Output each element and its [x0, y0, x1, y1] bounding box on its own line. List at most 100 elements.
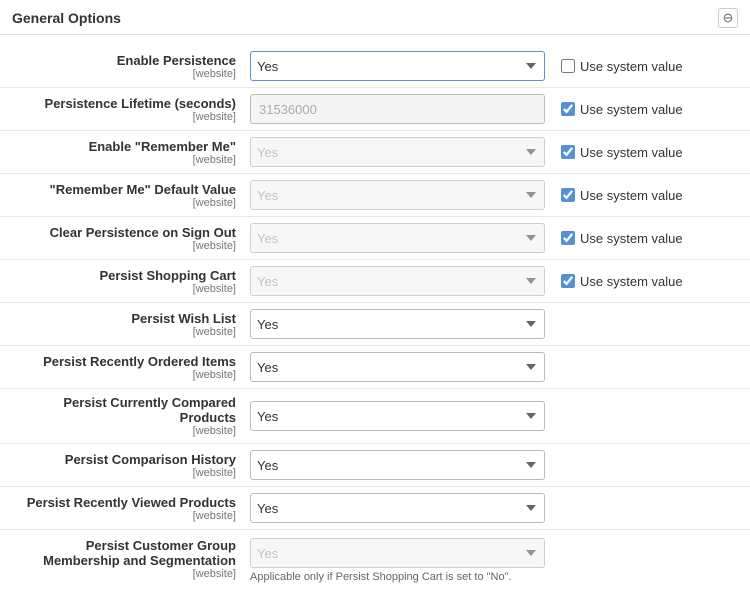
label-sub-persist-comparison-history: [website]	[10, 467, 236, 479]
system-label-persist-shopping-cart[interactable]: Use system value	[561, 274, 683, 289]
system-col-clear-persistence-sign-out: Use system value	[561, 231, 683, 246]
label-main-persist-wish-list: Persist Wish List	[10, 311, 236, 326]
label-sub-remember-me-default: [website]	[10, 197, 236, 209]
label-main-persist-comparison-history: Persist Comparison History	[10, 452, 236, 467]
label-col-clear-persistence-sign-out: Clear Persistence on Sign Out[website]	[10, 225, 250, 252]
label-sub-enable-persistence: [website]	[10, 68, 236, 80]
select-persist-shopping-cart: YesNo	[250, 266, 545, 296]
select-enable-persistence[interactable]: YesNo	[250, 51, 545, 81]
system-checkbox-persistence-lifetime[interactable]	[561, 102, 575, 116]
input-col-enable-persistence: YesNo	[250, 51, 545, 81]
label-col-persist-comparison-history: Persist Comparison History[website]	[10, 452, 250, 479]
input-col-persist-shopping-cart: YesNo	[250, 266, 545, 296]
label-sub-persist-customer-group: [website]	[10, 568, 236, 580]
label-sub-persistence-lifetime: [website]	[10, 111, 236, 123]
select-enable-remember-me: YesNo	[250, 137, 545, 167]
label-col-persistence-lifetime: Persistence Lifetime (seconds)[website]	[10, 96, 250, 123]
form-row-persistence-lifetime: Persistence Lifetime (seconds)[website] U…	[0, 88, 750, 130]
form-row-persist-customer-group: Persist Customer Group Membership and Se…	[0, 530, 750, 589]
label-main-enable-persistence: Enable Persistence	[10, 53, 236, 68]
label-col-persist-customer-group: Persist Customer Group Membership and Se…	[10, 538, 250, 580]
select-persist-comparison-history[interactable]: YesNo	[250, 450, 545, 480]
label-col-remember-me-default: "Remember Me" Default Value[website]	[10, 182, 250, 209]
label-sub-persist-compared-products: [website]	[10, 425, 236, 437]
input-col-persist-customer-group: YesNo Applicable only if Persist Shopping…	[250, 538, 545, 583]
form-row-enable-remember-me: Enable "Remember Me"[website]YesNoUse sy…	[0, 131, 750, 173]
input-col-persist-recently-ordered: YesNo	[250, 352, 545, 382]
label-main-persistence-lifetime: Persistence Lifetime (seconds)	[10, 96, 236, 111]
label-main-persist-recently-ordered: Persist Recently Ordered Items	[10, 354, 236, 369]
label-main-enable-remember-me: Enable "Remember Me"	[10, 139, 236, 154]
page-container: General Options ⊖ Enable Persistence[web…	[0, 0, 750, 599]
input-persistence-lifetime	[250, 94, 545, 124]
system-checkbox-persist-shopping-cart[interactable]	[561, 274, 575, 288]
input-col-persist-wish-list: YesNo	[250, 309, 545, 339]
label-main-persist-shopping-cart: Persist Shopping Cart	[10, 268, 236, 283]
system-label-enable-remember-me[interactable]: Use system value	[561, 145, 683, 160]
select-persist-customer-group: YesNo	[250, 538, 545, 568]
section-header: General Options ⊖	[0, 0, 750, 35]
select-persist-recently-viewed[interactable]: YesNo	[250, 493, 545, 523]
label-main-persist-customer-group: Persist Customer Group Membership and Se…	[10, 538, 236, 568]
label-col-enable-remember-me: Enable "Remember Me"[website]	[10, 139, 250, 166]
collapse-button[interactable]: ⊖	[718, 8, 738, 28]
form-row-enable-persistence: Enable Persistence[website]YesNoUse syst…	[0, 45, 750, 87]
form-row-persist-recently-viewed: Persist Recently Viewed Products[website…	[0, 487, 750, 529]
label-sub-persist-recently-ordered: [website]	[10, 369, 236, 381]
system-label-text-clear-persistence-sign-out: Use system value	[580, 231, 683, 246]
page-title: General Options	[12, 10, 121, 26]
label-col-persist-compared-products: Persist Currently Compared Products[webs…	[10, 395, 250, 437]
input-col-persist-recently-viewed: YesNo	[250, 493, 545, 523]
form-row-persist-wish-list: Persist Wish List[website]YesNo	[0, 303, 750, 345]
system-label-remember-me-default[interactable]: Use system value	[561, 188, 683, 203]
label-main-persist-compared-products: Persist Currently Compared Products	[10, 395, 236, 425]
label-sub-enable-remember-me: [website]	[10, 154, 236, 166]
form-row-persist-comparison-history: Persist Comparison History[website]YesNo	[0, 444, 750, 486]
note-persist-customer-group: Applicable only if Persist Shopping Cart…	[250, 571, 545, 583]
label-col-persist-shopping-cart: Persist Shopping Cart[website]	[10, 268, 250, 295]
form-row-persist-shopping-cart: Persist Shopping Cart[website]YesNoUse s…	[0, 260, 750, 302]
system-label-text-enable-persistence: Use system value	[580, 59, 683, 74]
system-label-text-remember-me-default: Use system value	[580, 188, 683, 203]
input-col-persist-compared-products: YesNo	[250, 401, 545, 431]
select-persist-compared-products[interactable]: YesNo	[250, 401, 545, 431]
system-label-persistence-lifetime[interactable]: Use system value	[561, 102, 683, 117]
input-col-remember-me-default: YesNo	[250, 180, 545, 210]
system-label-text-enable-remember-me: Use system value	[580, 145, 683, 160]
system-label-enable-persistence[interactable]: Use system value	[561, 59, 683, 74]
label-main-persist-recently-viewed: Persist Recently Viewed Products	[10, 495, 236, 510]
system-label-clear-persistence-sign-out[interactable]: Use system value	[561, 231, 683, 246]
label-main-remember-me-default: "Remember Me" Default Value	[10, 182, 236, 197]
system-col-enable-persistence: Use system value	[561, 59, 683, 74]
label-sub-persist-shopping-cart: [website]	[10, 283, 236, 295]
system-col-persistence-lifetime: Use system value	[561, 102, 683, 117]
select-persist-recently-ordered[interactable]: YesNo	[250, 352, 545, 382]
system-label-text-persistence-lifetime: Use system value	[580, 102, 683, 117]
select-persist-wish-list[interactable]: YesNo	[250, 309, 545, 339]
system-col-enable-remember-me: Use system value	[561, 145, 683, 160]
system-col-remember-me-default: Use system value	[561, 188, 683, 203]
label-main-clear-persistence-sign-out: Clear Persistence on Sign Out	[10, 225, 236, 240]
label-sub-persist-wish-list: [website]	[10, 326, 236, 338]
system-checkbox-enable-persistence[interactable]	[561, 59, 575, 73]
form-row-persist-recently-ordered: Persist Recently Ordered Items[website]Y…	[0, 346, 750, 388]
input-col-persist-comparison-history: YesNo	[250, 450, 545, 480]
system-label-text-persist-shopping-cart: Use system value	[580, 274, 683, 289]
system-checkbox-clear-persistence-sign-out[interactable]	[561, 231, 575, 245]
label-col-persist-recently-viewed: Persist Recently Viewed Products[website…	[10, 495, 250, 522]
form-row-remember-me-default: "Remember Me" Default Value[website]YesN…	[0, 174, 750, 216]
label-col-persist-wish-list: Persist Wish List[website]	[10, 311, 250, 338]
form-body: Enable Persistence[website]YesNoUse syst…	[0, 35, 750, 599]
system-col-persist-shopping-cart: Use system value	[561, 274, 683, 289]
label-col-persist-recently-ordered: Persist Recently Ordered Items[website]	[10, 354, 250, 381]
select-remember-me-default: YesNo	[250, 180, 545, 210]
select-clear-persistence-sign-out: YesNo	[250, 223, 545, 253]
form-row-persist-compared-products: Persist Currently Compared Products[webs…	[0, 389, 750, 443]
label-col-enable-persistence: Enable Persistence[website]	[10, 53, 250, 80]
input-col-persistence-lifetime	[250, 94, 545, 124]
input-col-clear-persistence-sign-out: YesNo	[250, 223, 545, 253]
label-sub-clear-persistence-sign-out: [website]	[10, 240, 236, 252]
form-row-clear-persistence-sign-out: Clear Persistence on Sign Out[website]Ye…	[0, 217, 750, 259]
system-checkbox-remember-me-default[interactable]	[561, 188, 575, 202]
system-checkbox-enable-remember-me[interactable]	[561, 145, 575, 159]
